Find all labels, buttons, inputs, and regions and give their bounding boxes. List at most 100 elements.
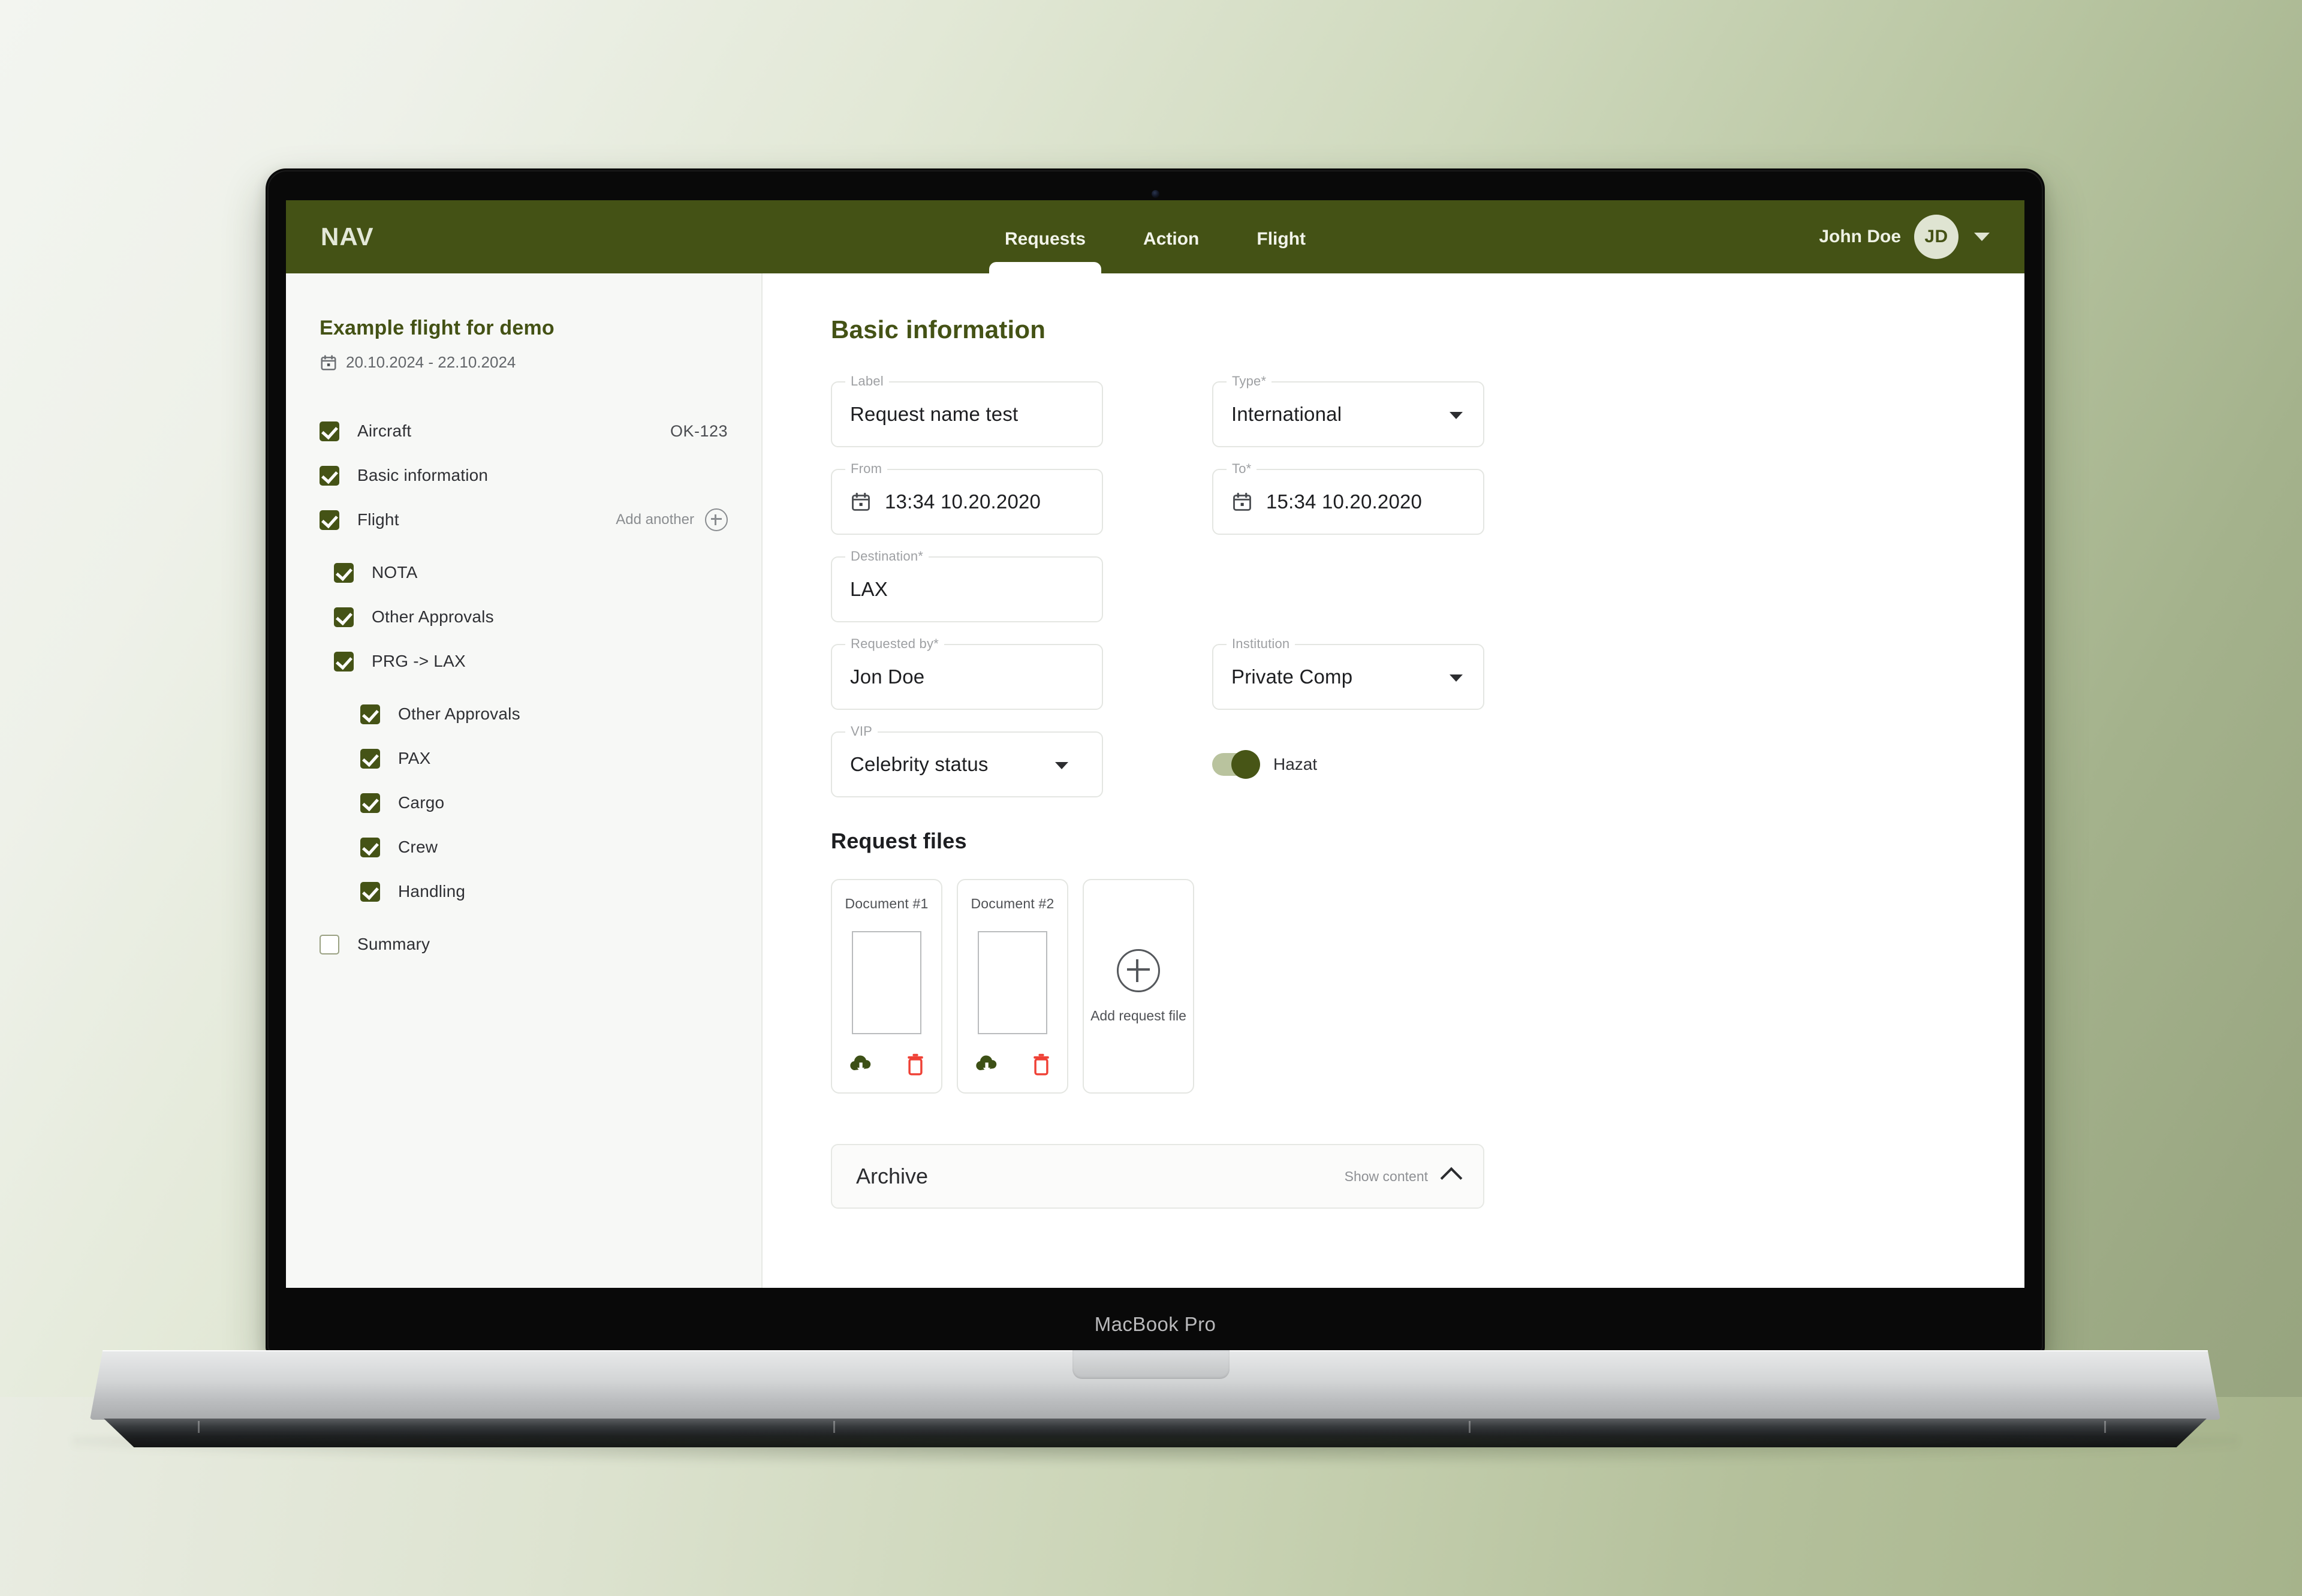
add-another-group[interactable]: Add another [616,508,728,531]
checkbox-checked-icon[interactable] [334,651,354,671]
vip-select-label: VIP [845,724,878,739]
plus-circle-icon[interactable] [705,508,728,531]
checkbox-checked-icon[interactable] [320,510,339,530]
chevron-down-icon[interactable] [1055,762,1068,769]
user-name: John Doe [1819,227,1901,246]
institution-select[interactable]: Institution Private Comp [1212,636,1484,710]
chevron-up-icon[interactable] [1440,1167,1463,1190]
app-body: Example flight for demo 20.10.2024 - 22.… [286,273,2024,1288]
sidebar-item-label: PRG -> LAX [372,652,466,670]
type-select[interactable]: Type* International [1212,374,1484,447]
page-title: Basic information [831,315,1046,344]
plus-circle-icon [1117,948,1160,992]
checkbox-checked-icon[interactable] [360,837,380,857]
checkbox-unchecked-icon[interactable] [320,934,339,954]
sidebar-item-label: Handling [398,882,466,901]
date-range-text: 20.10.2024 - 22.10.2024 [346,353,516,371]
file-card-document-2[interactable]: Document #2 [957,879,1068,1094]
destination-field-label: Destination* [845,549,929,564]
sidebar-item-other-approvals-2[interactable]: Other Approvals [320,692,728,736]
form-row: From 13:34 10.20.2020 To* 15:34 10.20.20… [831,461,1484,535]
sidebar-item-cargo[interactable]: Cargo [320,781,728,825]
from-field-value: 13:34 10.20.2020 [885,490,1041,513]
request-files-title: Request files [831,829,967,853]
checkbox-checked-icon[interactable] [360,793,380,813]
archive-title: Archive [856,1164,929,1188]
cloud-download-icon[interactable] [848,1052,874,1076]
sidebar-item-crew[interactable]: Crew [320,825,728,869]
sidebar: Example flight for demo 20.10.2024 - 22.… [286,273,763,1288]
requested-by-field[interactable]: Requested by* Jon Doe [831,636,1103,710]
hazat-toggle-group[interactable]: Hazat [1212,731,1484,797]
avatar[interactable]: JD [1914,215,1958,259]
sidebar-item-prg-lax[interactable]: PRG -> LAX [320,639,728,683]
sidebar-item-pax[interactable]: PAX [320,736,728,781]
sidebar-item-label: Flight [357,510,399,529]
sidebar-item-label: PAX [398,749,431,767]
checkbox-checked-icon[interactable] [360,881,380,902]
request-files-list: Document #1 Document #2 Add request file [831,879,2024,1094]
label-field-value: Request name test [850,403,1019,425]
chevron-down-icon[interactable] [1450,674,1463,682]
sidebar-item-handling[interactable]: Handling [320,869,728,914]
sidebar-item-basic-information[interactable]: Basic information [320,453,728,498]
aircraft-registration: OK-123 [670,421,728,440]
checkbox-checked-icon[interactable] [320,465,339,486]
to-datetime-field[interactable]: To* 15:34 10.20.2020 [1212,461,1484,535]
sidebar-item-label: Other Approvals [372,607,494,626]
institution-select-value: Private Comp [1231,665,1353,688]
trash-icon[interactable] [905,1052,926,1077]
app-logo[interactable]: NAV [321,222,374,251]
main-content: Basic information Label Request name tes… [763,273,2024,1288]
to-field-label: To* [1227,461,1257,477]
basic-information-form: Label Request name test Type* Internatio… [831,374,1484,797]
type-select-label: Type* [1227,374,1272,389]
hazat-toggle[interactable] [1212,750,1260,779]
type-select-value: International [1231,403,1342,425]
destination-field-value: LAX [850,578,888,600]
sidebar-item-other-approvals-1[interactable]: Other Approvals [320,595,728,639]
base-vent [198,1421,200,1433]
destination-field[interactable]: Destination* LAX [831,549,1103,622]
base-vent [2104,1421,2106,1433]
sidebar-item-summary[interactable]: Summary [320,922,728,966]
form-row: Label Request name test Type* Internatio… [831,374,1484,447]
chevron-down-icon[interactable] [1974,233,1990,241]
calendar-icon[interactable] [1231,491,1253,513]
archive-panel[interactable]: Archive Show content [831,1144,1484,1209]
trash-icon[interactable] [1031,1052,1052,1077]
sidebar-item-flight[interactable]: Flight Add another [320,498,728,542]
cloud-download-icon[interactable] [974,1052,1000,1076]
from-datetime-field[interactable]: From 13:34 10.20.2020 [831,461,1103,535]
tab-flight[interactable]: Flight [1228,229,1334,273]
sidebar-item-nota[interactable]: NOTA [320,550,728,595]
add-request-file-button[interactable]: Add request file [1083,879,1194,1094]
tab-requests[interactable]: Requests [976,229,1114,274]
checkbox-checked-icon[interactable] [360,704,380,724]
laptop-base-notch [1072,1350,1230,1379]
sidebar-item-aircraft[interactable]: Aircraft OK-123 [320,409,728,453]
tab-flight-label: Flight [1257,229,1306,249]
file-card-document-1[interactable]: Document #1 [831,879,942,1094]
checkbox-checked-icon[interactable] [320,421,339,441]
archive-toggle-group[interactable]: Show content [1345,1167,1463,1190]
file-card-title: Document #1 [845,896,929,911]
checkbox-checked-icon[interactable] [360,748,380,769]
nav-tabs: Requests Action Flight [976,200,1334,274]
vip-select[interactable]: VIP Celebrity status [831,724,1103,797]
laptop-shadow [72,1437,2238,1464]
sidebar-item-label: Summary [357,935,430,953]
webcam-icon [1152,190,1159,198]
checkbox-checked-icon[interactable] [334,607,354,627]
label-field-label: Label [845,374,889,389]
user-menu[interactable]: John Doe JD [1819,215,1990,259]
checkbox-checked-icon[interactable] [334,562,354,583]
calendar-icon[interactable] [850,491,872,513]
sidebar-item-label: Aircraft [357,421,412,440]
sidebar-item-label: Cargo [398,793,445,812]
tab-action[interactable]: Action [1114,229,1228,273]
label-field[interactable]: Label Request name test [831,374,1103,447]
chevron-down-icon[interactable] [1450,412,1463,419]
device-label: MacBook Pro [1094,1313,1216,1335]
file-card-title: Document #2 [971,896,1054,911]
